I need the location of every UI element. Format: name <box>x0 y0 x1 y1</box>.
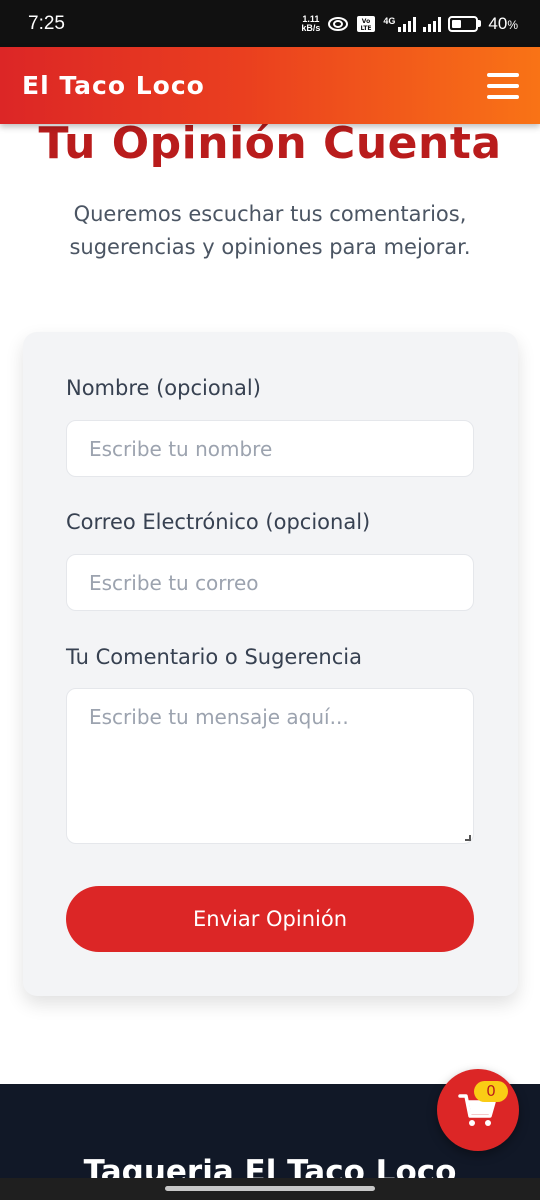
comment-label: Tu Comentario o Sugerencia <box>66 645 362 669</box>
page-subtitle: Queremos escuchar tus comentarios, suger… <box>69 202 471 259</box>
name-input-placeholder: Escribe tu nombre <box>89 436 273 461</box>
comment-textarea-placeholder: Escribe tu mensaje aquí... <box>89 705 349 729</box>
network-speed-unit: kB/s <box>301 22 321 33</box>
cart-count-badge: 0 <box>474 1081 508 1102</box>
battery-level-text: 40% <box>488 13 518 33</box>
status-icons: 1.11 kB/s Vo LTE 4G 40% <box>301 14 518 34</box>
system-status-bar: 7:25 1.11 kB/s Vo LTE 4G 40% <box>0 0 540 47</box>
textarea-resize-handle[interactable] <box>465 835 471 841</box>
cart-button[interactable]: 0 <box>437 1069 519 1151</box>
email-input[interactable]: Escribe tu correo <box>66 554 474 611</box>
name-label: Nombre (opcional) <box>66 376 261 400</box>
submit-feedback-button[interactable]: Enviar Opinión <box>66 886 474 952</box>
svg-text:Vo: Vo <box>362 18 370 25</box>
home-gesture-handle[interactable] <box>165 1186 375 1191</box>
email-label: Correo Electrónico (opcional) <box>66 510 371 534</box>
network-type: 4G <box>383 15 396 26</box>
name-input[interactable]: Escribe tu nombre <box>66 420 474 477</box>
signal-strength-icon: 4G <box>383 15 417 32</box>
top-navbar: El Taco Loco <box>0 47 540 124</box>
page-title: Tu Opinión Cuenta <box>38 118 502 169</box>
comment-textarea[interactable]: Escribe tu mensaje aquí... <box>66 688 474 844</box>
submit-feedback-label: Enviar Opinión <box>192 907 347 931</box>
hotspot-link-icon <box>328 16 349 31</box>
svg-text:LTE: LTE <box>361 25 372 32</box>
volte-icon: Vo LTE <box>357 15 376 32</box>
hamburger-menu-icon[interactable] <box>487 72 519 99</box>
signal-strength-icon-sim2 <box>423 16 442 32</box>
feedback-form-card: Nombre (opcional) Escribe tu nombre Corr… <box>23 332 518 996</box>
status-time: 7:25 <box>28 12 65 34</box>
battery-icon <box>448 15 482 32</box>
network-speed: 1.11 kB/s <box>301 14 321 33</box>
email-input-placeholder: Escribe tu correo <box>89 570 259 595</box>
brand-logo-text[interactable]: El Taco Loco <box>22 71 205 100</box>
